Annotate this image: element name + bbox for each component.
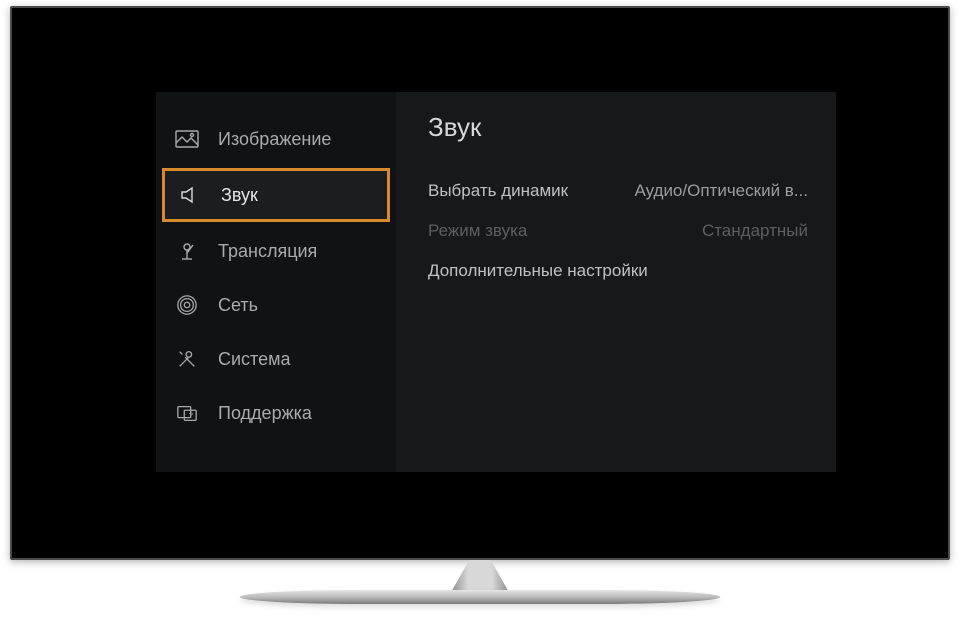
- support-icon: ?: [174, 402, 200, 424]
- content-row-sound-mode: Режим звука Стандартный: [428, 211, 808, 251]
- sidebar-item-system[interactable]: Система: [156, 332, 396, 386]
- antenna-icon: [174, 240, 200, 262]
- sidebar-item-support[interactable]: ? Поддержка: [156, 386, 396, 440]
- row-label: Режим звука: [428, 221, 527, 241]
- tv-stand-base: [240, 590, 720, 604]
- sidebar-item-label: Сеть: [218, 295, 258, 316]
- sidebar-item-label: Звук: [221, 185, 258, 206]
- row-label: Выбрать динамик: [428, 181, 568, 201]
- svg-text:?: ?: [189, 411, 193, 420]
- speaker-icon: [177, 184, 203, 206]
- row-value: Аудио/Оптический в...: [634, 181, 808, 201]
- content-row-advanced[interactable]: Дополнительные настройки: [428, 251, 808, 291]
- tv-screen: Изображение Звук: [16, 12, 944, 554]
- content-title: Звук: [428, 112, 808, 143]
- row-label: Дополнительные настройки: [428, 261, 648, 281]
- sidebar-item-label: Поддержка: [218, 403, 312, 424]
- sidebar-item-sound[interactable]: Звук: [162, 168, 390, 222]
- content-panel: Звук Выбрать динамик Аудио/Оптический в.…: [396, 92, 836, 472]
- sidebar-item-label: Система: [218, 349, 291, 370]
- content-row-speaker[interactable]: Выбрать динамик Аудио/Оптический в...: [428, 171, 808, 211]
- sidebar-item-broadcast[interactable]: Трансляция: [156, 224, 396, 278]
- sidebar-item-label: Изображение: [218, 129, 331, 150]
- sidebar: Изображение Звук: [156, 92, 396, 472]
- image-icon: [174, 128, 200, 150]
- sidebar-item-network[interactable]: Сеть: [156, 278, 396, 332]
- tv-frame: Изображение Звук: [10, 6, 950, 560]
- network-icon: [174, 294, 200, 316]
- tv-stand-neck: [450, 560, 510, 594]
- sidebar-item-picture[interactable]: Изображение: [156, 112, 396, 166]
- sidebar-item-label: Трансляция: [218, 241, 317, 262]
- tools-icon: [174, 348, 200, 370]
- settings-menu: Изображение Звук: [156, 92, 836, 472]
- row-value: Стандартный: [702, 221, 808, 241]
